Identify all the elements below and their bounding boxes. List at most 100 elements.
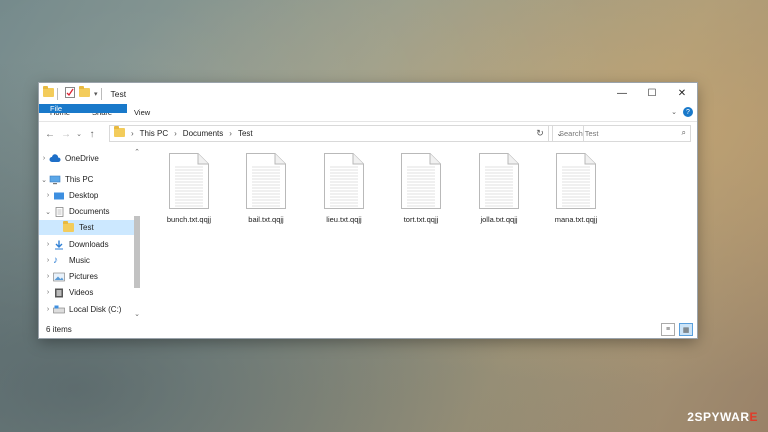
chevron-right-icon[interactable]: › [131,129,134,138]
sidebar-item-local-disk[interactable]: › Local Disk (C:) [39,302,138,317]
computer-icon [49,175,61,185]
drive-icon [53,305,65,315]
tab-view[interactable]: View [123,104,161,121]
search-box[interactable]: ⌕ [552,125,691,142]
breadcrumb-test[interactable]: Test [238,129,253,138]
expand-arrow-icon[interactable]: › [43,241,53,248]
file-name: jolla.txt.qqjj [480,215,518,224]
help-icon[interactable]: ? [683,107,693,117]
expand-ribbon-icon[interactable]: ⌄ [671,108,677,116]
music-icon: ♪ [53,254,58,266]
expand-arrow-icon[interactable]: › [43,273,53,280]
search-icon[interactable]: ⌕ [682,128,686,138]
sidebar-item-this-pc[interactable]: ⌄ This PC [39,172,134,187]
watermark-text: 2SPYWAR [687,410,750,424]
ribbon-right: ⌄ ? [671,107,693,117]
cloud-icon [49,153,61,164]
sidebar-item-label: Desktop [69,191,99,200]
navigation-pane: › OneDrive ⌄ This PC › Desktop ⌄ Documen… [39,145,144,320]
sidebar-item-label: Pictures [69,272,98,281]
folder-icon [110,126,125,139]
sidebar-item-label: Test [79,223,94,232]
navigation-scrollbar[interactable]: ⌃ ⌄ [132,148,142,318]
window-title: Test [110,88,127,99]
file-item[interactable]: lieu.txt.qqjj [311,153,377,224]
pictures-icon [53,272,65,282]
desktop-icon [53,191,65,201]
view-switcher: ≡ ▦ [661,323,693,336]
sidebar-item-label: Local Disk (C:) [69,305,122,314]
file-item[interactable]: mana.txt.qqjj [543,153,609,224]
new-folder-icon[interactable] [79,86,90,99]
expand-arrow-icon[interactable]: › [43,257,53,264]
watermark-logo: 2SPYWARE [687,410,758,424]
sidebar-item-label: Downloads [69,240,109,249]
back-arrow-icon[interactable]: ← [42,129,58,140]
text-file-icon [479,153,519,209]
sidebar-item-music[interactable]: › ♪ Music [39,253,138,268]
scroll-up-icon[interactable]: ⌃ [132,148,142,156]
file-name: mana.txt.qqjj [554,215,598,224]
sidebar-item-desktop[interactable]: › Desktop [39,188,138,203]
expand-arrow-icon[interactable]: › [43,192,53,199]
window-controls: — ☐ ✕ [607,83,697,104]
sidebar-item-onedrive[interactable]: › OneDrive [39,151,134,166]
close-button[interactable]: ✕ [667,83,697,104]
address-bar[interactable]: › This PC › Documents › Test ⌄ [109,125,584,142]
folder-icon [63,220,75,233]
large-icons-view-icon[interactable]: ▦ [679,323,693,336]
sidebar-item-label: Documents [69,207,110,216]
file-item[interactable]: bail.txt.qqjj [233,153,299,224]
minimize-button[interactable]: — [607,83,637,104]
scroll-down-icon[interactable]: ⌄ [132,310,142,318]
breadcrumb-documents[interactable]: Documents [183,129,223,138]
file-item[interactable]: bunch.txt.qqjj [156,153,222,224]
separator [57,87,58,100]
sidebar-item-downloads[interactable]: › Downloads [39,237,138,252]
title-bar[interactable]: ▾ Test — ☐ ✕ [39,83,697,104]
scroll-thumb[interactable] [134,216,140,288]
file-name: bunch.txt.qqjj [166,215,212,224]
up-arrow-icon[interactable]: ↑ [84,129,100,140]
status-bar: 6 items ≡ ▦ [39,320,697,338]
main-area: › OneDrive ⌄ This PC › Desktop ⌄ Documen… [39,145,697,320]
sidebar-item-label: Music [69,256,90,265]
item-count: 6 items [46,324,72,334]
file-item[interactable]: jolla.txt.qqjj [466,153,532,224]
download-icon [53,240,65,250]
ribbon: File Home Share View ⌄ ? [39,104,697,122]
file-item[interactable]: tort.txt.qqjj [388,153,454,224]
navigation-bar: ← → ⌄ ↑ › This PC › Documents › Test ⌄ ↻… [39,122,697,146]
sidebar-item-documents[interactable]: ⌄ Documents [39,204,138,219]
videos-icon [53,288,65,298]
separator [100,87,102,100]
text-file-icon [246,153,286,209]
watermark-accent: E [749,410,758,424]
forward-arrow-icon[interactable]: → [58,129,74,140]
expand-arrow-icon[interactable]: › [39,155,49,162]
properties-icon[interactable] [65,87,75,100]
expand-arrow-icon[interactable]: › [43,306,53,313]
refresh-icon[interactable]: ↻ [532,125,549,142]
collapse-arrow-icon[interactable]: ⌄ [39,176,49,184]
explorer-window: ▾ Test — ☐ ✕ File Home Share View ⌄ ? ← … [39,83,697,338]
file-name: bail.txt.qqjj [248,215,284,224]
maximize-button[interactable]: ☐ [637,83,667,104]
chevron-right-icon[interactable]: › [174,129,177,138]
sidebar-item-videos[interactable]: › Videos [39,285,138,300]
tab-file[interactable]: File [39,104,127,113]
breadcrumb-this-pc[interactable]: This PC [140,129,168,138]
sidebar-item-label: Videos [69,288,94,297]
file-name: tort.txt.qqjj [403,215,439,224]
expand-arrow-icon[interactable]: › [43,289,53,296]
customize-toolbar-icon[interactable]: ▾ [94,90,98,98]
search-input[interactable] [557,128,676,139]
sidebar-item-pictures[interactable]: › Pictures [39,269,138,284]
recent-locations-icon[interactable]: ⌄ [74,130,84,138]
collapse-arrow-icon[interactable]: ⌄ [43,208,53,216]
details-view-icon[interactable]: ≡ [661,323,675,336]
chevron-right-icon[interactable]: › [229,129,232,138]
sidebar-item-label: This PC [65,175,94,184]
text-file-icon [556,153,596,209]
sidebar-item-test[interactable]: Test [39,220,134,235]
